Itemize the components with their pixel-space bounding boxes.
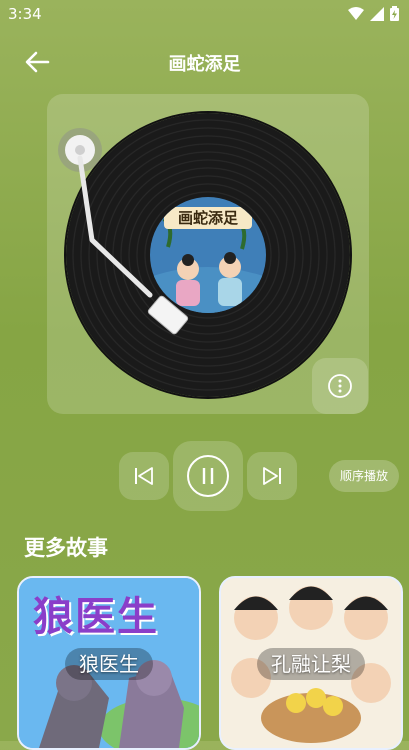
story-card-kong-rong[interactable]: 孔融让梨 xyxy=(219,576,403,750)
battery-icon xyxy=(390,6,399,21)
more-stories-title: 更多故事 xyxy=(24,536,108,560)
top-bar: 画蛇添足 xyxy=(0,40,409,84)
story-card-wolf-doctor[interactable]: 狼医生 狼医生 xyxy=(17,576,201,750)
play-mode-button[interactable]: 顺序播放 xyxy=(329,460,399,492)
signal-icon xyxy=(370,6,384,21)
story-label: 孔融让梨 xyxy=(257,648,365,680)
next-button[interactable] xyxy=(247,452,297,500)
status-time: 3:34 xyxy=(8,5,42,23)
pause-button[interactable] xyxy=(173,441,243,511)
status-icons xyxy=(348,6,399,21)
more-icon xyxy=(328,374,352,398)
next-icon xyxy=(263,467,281,485)
more-options-button[interactable] xyxy=(312,358,368,414)
previous-icon xyxy=(135,467,153,485)
wifi-icon xyxy=(348,6,364,20)
tonearm xyxy=(58,128,189,335)
playback-controls: 顺序播放 xyxy=(0,440,409,520)
page-title: 画蛇添足 xyxy=(168,54,241,75)
story-label: 狼医生 xyxy=(65,648,153,680)
status-bar: 3:34 xyxy=(0,0,409,28)
previous-button[interactable] xyxy=(119,452,169,500)
story-cover-title: 狼医生 xyxy=(33,594,159,640)
pause-icon xyxy=(187,455,229,497)
